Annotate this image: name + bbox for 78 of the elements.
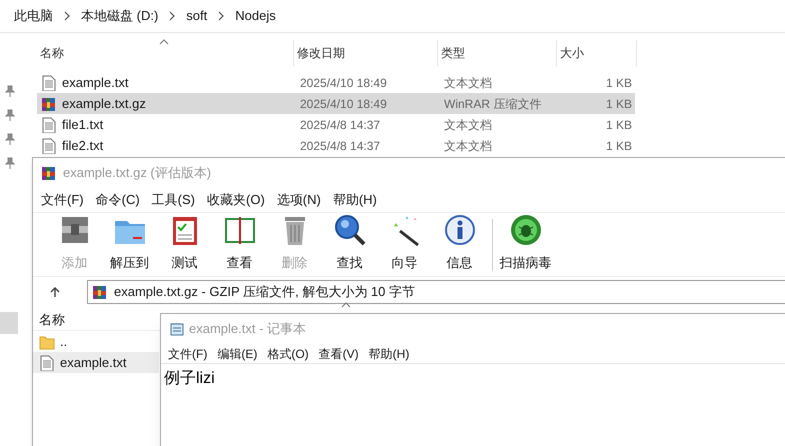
text-content[interactable]: 例子lizi — [161, 364, 785, 391]
path-field[interactable]: example.txt.gz - GZIP 压缩文件, 解包大小为 10 字节 — [87, 280, 785, 304]
pin-icon — [5, 133, 15, 145]
file-type: WinRAR 压缩文件 — [443, 96, 542, 112]
menu-item[interactable]: 收藏夹(O) — [205, 190, 267, 210]
pin-icon — [5, 109, 15, 121]
column-header[interactable]: 名称 — [33, 310, 153, 330]
books-icon — [92, 284, 108, 300]
books-icon — [41, 96, 57, 112]
menu-item[interactable]: 查看(V) — [318, 344, 360, 362]
toolbar-button[interactable]: 扫描病毒 — [498, 212, 553, 276]
column-header[interactable]: 类型 — [438, 40, 557, 66]
toolbar-button[interactable]: 向导 — [377, 212, 432, 276]
file-row[interactable]: file1.txt 2025/4/8 14:37 文本文档 1 KB — [37, 114, 635, 135]
search-icon — [332, 212, 366, 246]
window-title: example.txt.gz (评估版本) — [63, 164, 212, 182]
breadcrumb-item[interactable]: 此电脑 — [12, 6, 55, 26]
file-type: 文本文档 — [443, 116, 493, 134]
chevron-right-icon — [217, 11, 226, 21]
file-type: 文本文档 — [443, 138, 493, 154]
folder-icon — [39, 334, 55, 350]
archive-row[interactable]: example.txt — [33, 352, 159, 373]
breadcrumb-item[interactable]: soft — [184, 6, 210, 26]
menu-item[interactable]: 格式(O) — [266, 344, 310, 362]
document-icon — [39, 354, 55, 370]
column-header[interactable]: 名称 — [37, 40, 294, 66]
toolbar-button[interactable]: 查找 — [322, 212, 377, 276]
menu-item[interactable]: 文件(F) — [39, 190, 86, 210]
file-date: 2025/4/8 14:37 — [299, 116, 382, 134]
info-icon — [442, 212, 476, 246]
sort-caret-icon — [341, 302, 351, 308]
file-row[interactable]: file2.txt 2025/4/8 14:37 文本文档 1 KB — [37, 135, 635, 156]
file-size: 1 KB — [604, 74, 632, 92]
books-icon — [41, 165, 57, 181]
pin-icon — [5, 157, 15, 169]
file-size: 1 KB — [604, 138, 632, 154]
toolbar-button[interactable]: 查看 — [212, 212, 267, 276]
menu-item[interactable]: 文件(F) — [167, 344, 208, 362]
file-name: file1.txt — [62, 116, 104, 134]
menu-item[interactable]: 帮助(H) — [368, 344, 410, 362]
file-row[interactable]: example.txt 2025/4/10 18:49 文本文档 1 KB — [37, 72, 635, 93]
file-name: file2.txt — [62, 136, 104, 155]
sort-caret-icon — [159, 39, 169, 45]
pin-icon — [5, 85, 15, 97]
up-arrow-icon — [49, 286, 61, 298]
toolbar-button[interactable]: 解压到 — [102, 212, 157, 276]
document-icon — [41, 138, 57, 154]
file-date: 2025/4/10 18:49 — [299, 74, 388, 92]
window-title: example.txt - 记事本 — [189, 320, 306, 338]
document-icon — [41, 116, 57, 132]
column-header[interactable]: 修改日期 — [294, 40, 438, 66]
chevron-right-icon — [168, 11, 176, 21]
nav-highlight — [0, 312, 18, 334]
toolbar-button[interactable]: 信息 — [432, 212, 487, 276]
file-type: 文本文档 — [443, 74, 493, 92]
file-name: .. — [60, 332, 68, 351]
document-icon — [41, 74, 57, 90]
chevron-right-icon — [63, 11, 71, 21]
menu-item[interactable]: 工具(S) — [150, 190, 197, 210]
breadcrumb-item[interactable]: 本地磁盘 (D:) — [79, 6, 160, 26]
notepad-icon — [170, 322, 184, 336]
menu-item[interactable]: 选项(N) — [274, 190, 323, 210]
file-date: 2025/4/10 18:49 — [299, 96, 388, 112]
toolbar-button[interactable]: 测试 — [157, 212, 212, 276]
file-size: 1 KB — [604, 96, 632, 112]
file-row[interactable]: example.txt.gz 2025/4/10 18:49 WinRAR 压缩文件 1 KB — [37, 93, 635, 114]
file-name: example.txt — [60, 354, 126, 372]
file-name: example.txt — [62, 74, 128, 92]
file-date: 2025/4/8 14:37 — [299, 138, 382, 154]
file-size: 1 KB — [604, 116, 632, 134]
menu-item[interactable]: 帮助(H) — [330, 190, 379, 210]
menu-item[interactable]: 命令(C) — [94, 190, 142, 210]
bug-icon — [508, 212, 542, 246]
column-header[interactable]: 大小 — [557, 40, 637, 66]
file-name: example.txt.gz — [62, 94, 146, 113]
archive-row[interactable]: .. — [33, 331, 159, 352]
breadcrumb-item[interactable]: Nodejs — [233, 6, 278, 26]
menu-item[interactable]: 编辑(E) — [216, 344, 258, 362]
